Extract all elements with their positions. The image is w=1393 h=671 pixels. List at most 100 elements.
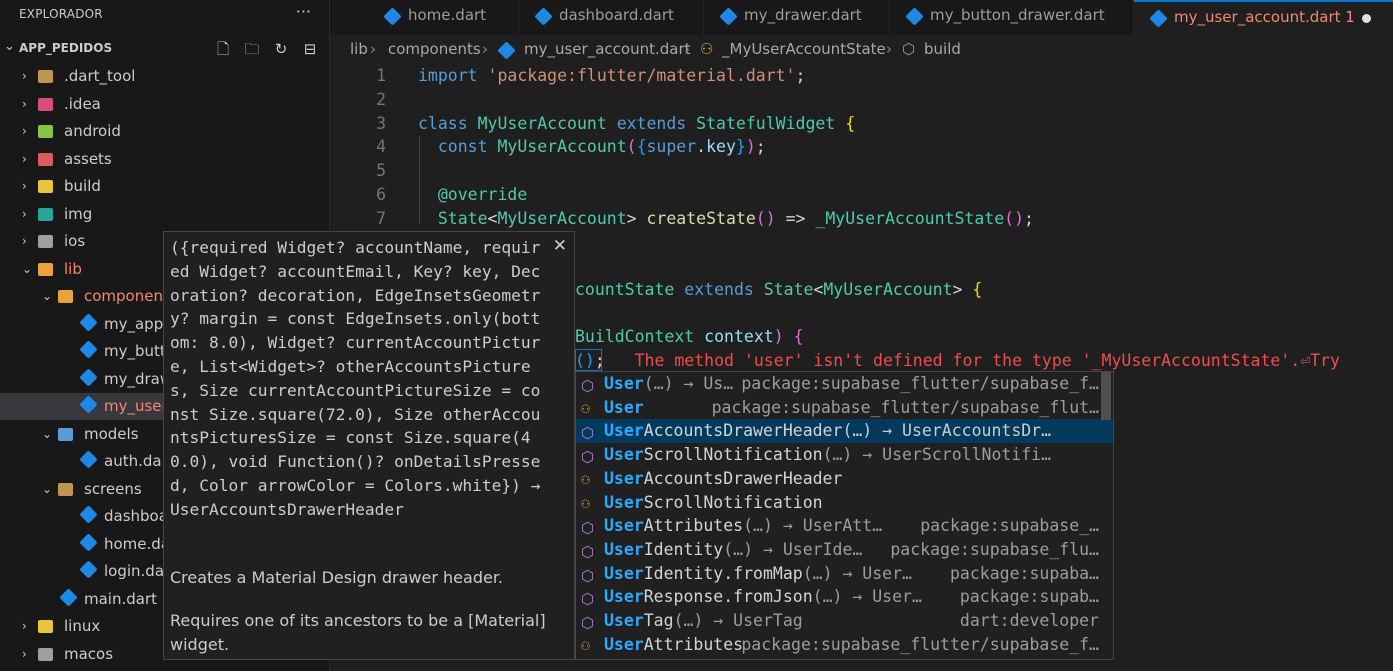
method-cube-icon: ⬡ — [581, 614, 595, 632]
method-cube-icon: ⬡ — [902, 40, 916, 58]
line-number: 4 — [376, 137, 386, 156]
tree-item-label: assets — [64, 149, 112, 168]
unsaved-dot-icon[interactable] — [1362, 14, 1371, 23]
signature-text: ({required Widget? accountName, required… — [170, 238, 541, 519]
dart-file-icon — [79, 340, 98, 359]
dart-file-icon — [383, 7, 402, 26]
dart-file-icon — [534, 7, 553, 26]
explorer-actions: 🗋 🗀 ↻ ⊟ — [212, 39, 328, 64]
breadcrumb-file[interactable]: my_user_account.dart — [524, 40, 691, 58]
code-line-1: import 'package:flutter/material.dart'; — [418, 66, 806, 85]
folder-icon — [58, 427, 73, 441]
suggestion-item[interactable]: ⬡ UserIdentity.fromMap(…) → User… package:… — [576, 562, 1113, 586]
breadcrumb-class[interactable]: _MyUserAccountState — [722, 40, 886, 58]
tab-my-button-drawer-dart[interactable]: my_button_drawer.dart — [890, 0, 1134, 35]
chevron-down-icon: ⌄ — [4, 39, 15, 54]
dart-file-icon — [719, 7, 738, 26]
error-lens-message: The method 'user' isn't defined for the … — [634, 351, 1340, 370]
class-symbol-icon: ⚇ — [700, 40, 714, 58]
close-icon[interactable]: ✕ — [553, 236, 567, 256]
chevron-right-icon: › — [22, 96, 27, 111]
project-header[interactable]: ⌄ APP_PEDIDOS 🗋 🗀 ↻ ⊟ — [0, 37, 329, 61]
folder-icon — [38, 125, 53, 138]
dart-file-icon — [1149, 9, 1168, 28]
tree-item-label: .idea — [64, 94, 101, 113]
dart-file-icon — [79, 450, 98, 469]
suggestion-label: UserScrollNotification(…) → UserScrollNo… — [604, 445, 1052, 465]
dart-file-icon — [905, 7, 924, 26]
refresh-icon[interactable]: ↻ — [270, 40, 292, 58]
breadcrumb-components[interactable]: components — [388, 40, 481, 58]
tree-item-label: models — [84, 424, 139, 443]
suggestion-item[interactable]: ⚇ User package:supabase_flutter/supabase_f… — [576, 396, 1113, 420]
suggestion-label: UserTag(…) → UserTag — [604, 611, 803, 630]
suggest-widget: ⬡ User(…) → Us… package:supabase_flutter/s… — [575, 371, 1114, 660]
breadcrumb-method[interactable]: build — [924, 40, 961, 58]
tree-item[interactable]: › img — [0, 201, 329, 228]
chevron-right-icon: › — [22, 179, 27, 193]
breadcrumb-lib[interactable]: lib — [350, 40, 368, 58]
suggestion-label: UserIdentity.fromMap(…) → User… — [604, 563, 912, 583]
class-symbol-icon: ⚇ — [581, 635, 591, 654]
tree-item[interactable]: › android — [0, 118, 329, 145]
suggestion-item[interactable]: ⬡ UserTag(…) → UserTag dart:developer — [576, 609, 1113, 633]
code-line-7: State<MyUserAccount> createState() => _M… — [437, 209, 1034, 228]
suggestion-item[interactable]: ⬡ User(…) → Us… package:supabase_flutter/s… — [576, 372, 1113, 396]
dart-file-icon — [79, 560, 98, 579]
suggestion-item[interactable]: ⬡ UserAccountsDrawerHeader(…) → UserAccou… — [576, 419, 1113, 444]
suggestion-source: package:supabase_flutter/supabase_f… — [741, 634, 1099, 654]
suggestion-source: package:supabase_flutter/supabase_flut… — [711, 397, 1099, 417]
tree-item[interactable]: › .idea — [0, 91, 329, 118]
suggestion-label: UserAttributes — [604, 634, 744, 654]
suggestion-item[interactable]: ⚇ UserAttributes package:supabase_flutter/… — [576, 633, 1113, 657]
tab-home-dart[interactable]: home.dart — [368, 0, 519, 35]
folder-icon — [38, 620, 53, 633]
line-number: 3 — [376, 114, 386, 133]
tab-label: my_button_drawer.dart — [930, 6, 1105, 24]
explorer-header: EXPLORADOR ··· — [0, 0, 329, 30]
dart-file-icon — [497, 41, 516, 60]
signature-hover: ({required Widget? accountName, required… — [163, 231, 575, 660]
dart-file-icon — [79, 532, 98, 552]
suggestion-item[interactable]: ⚇ UserAccountsDrawerHeader — [576, 467, 1113, 491]
suggest-scrollbar[interactable] — [1101, 372, 1111, 420]
chevron-down-icon: ⌄ — [22, 261, 33, 276]
code-line-4: const MyUserAccount({super.key}); — [437, 137, 766, 156]
more-actions-icon[interactable]: ··· — [296, 2, 311, 21]
suggestion-item[interactable]: ⬡ UserScrollNotification(…) → UserScrollN… — [576, 443, 1113, 467]
folder-icon — [58, 482, 73, 496]
suggestion-label: User(…) → Us… — [604, 374, 734, 393]
tree-item-label: lib — [64, 259, 82, 278]
suggestion-item[interactable]: ⬡ UserIdentity(…) → UserIde… package:supab… — [576, 538, 1113, 562]
chevron-right-icon: › — [684, 40, 690, 58]
code-line-10: BuildContext context) { — [575, 327, 804, 346]
suggestion-source: package:supabase_flutter/supabase_f… — [741, 374, 1099, 393]
new-file-icon[interactable]: 🗋 — [212, 39, 234, 64]
suggestion-label: UserResponse.fromJson(…) → User… — [604, 587, 922, 607]
tree-item[interactable]: › build — [0, 173, 329, 200]
method-cube-icon: ⬡ — [581, 519, 595, 538]
tab-label: my_user_account.dart 1 — [1174, 8, 1355, 26]
suggestion-label: User — [604, 397, 644, 417]
chevron-right-icon: › — [22, 619, 27, 633]
chevron-right-icon: › — [22, 646, 27, 661]
method-cube-icon: ⬡ — [581, 566, 595, 585]
collapse-all-icon[interactable]: ⊟ — [299, 40, 321, 58]
line-number: 2 — [376, 90, 386, 109]
suggestion-source: package:supab… — [959, 587, 1099, 607]
folder-icon — [38, 647, 53, 661]
chevron-right-icon: › — [22, 234, 27, 248]
tab-my-user-account-dart[interactable]: my_user_account.dart 1 — [1134, 0, 1393, 37]
tab-dashboard-dart[interactable]: dashboard.dart — [519, 0, 704, 35]
suggestion-item[interactable]: ⚇ UserScrollNotification — [576, 491, 1113, 515]
tree-item[interactable]: › .dart_tool — [0, 63, 329, 90]
suggestion-source: package:supaba… — [949, 563, 1099, 583]
suggestion-item[interactable]: ⬡ UserAttributes(…) → UserAtt… package:sup… — [576, 514, 1113, 538]
new-folder-icon[interactable]: 🗀 — [241, 39, 263, 64]
tree-item-label: screens — [84, 479, 142, 498]
tab-my-drawer-dart[interactable]: my_drawer.dart — [704, 0, 890, 35]
tree-item[interactable]: › assets — [0, 146, 329, 173]
suggestion-item[interactable]: ⬡ UserResponse.fromJson(…) → User… package… — [576, 585, 1113, 609]
chevron-down-icon: ⌄ — [42, 426, 53, 441]
tab-label: dashboard.dart — [559, 6, 674, 24]
